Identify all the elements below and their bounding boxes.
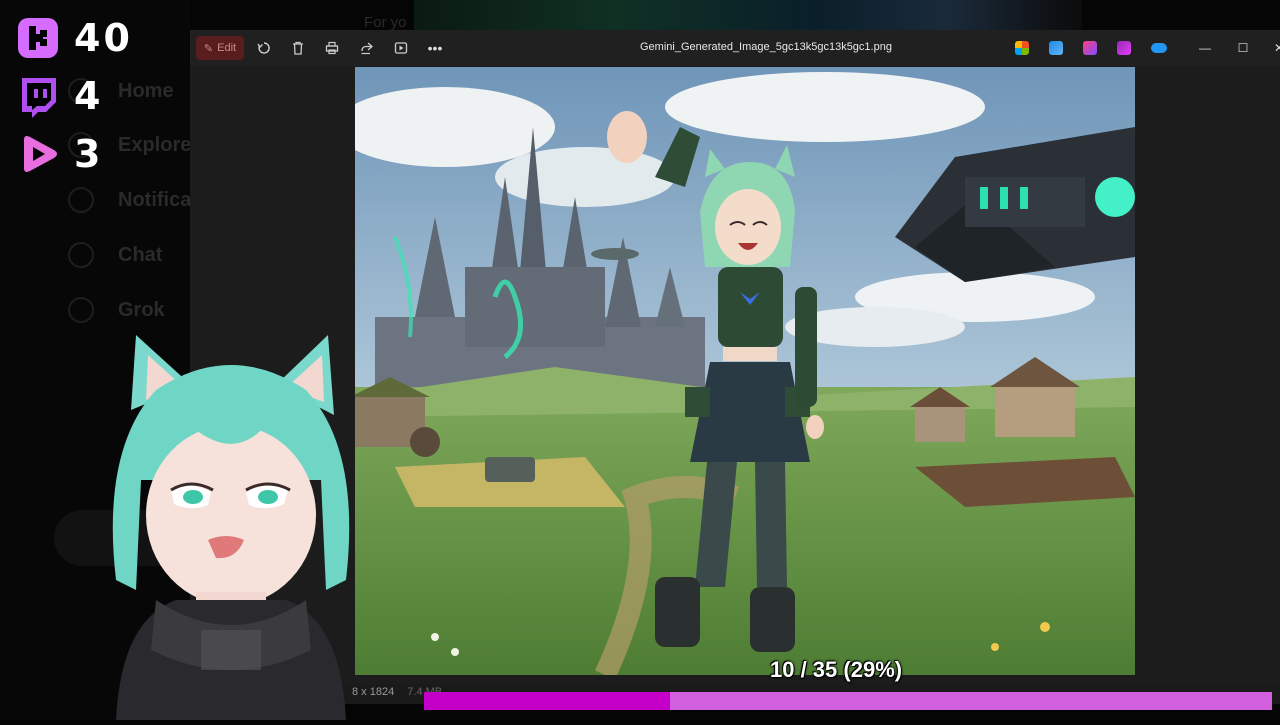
minimize-button[interactable]: — <box>1196 39 1214 57</box>
share-icon <box>361 42 373 55</box>
background-banner <box>414 0 1082 30</box>
maximize-button[interactable]: ☐ <box>1234 39 1252 57</box>
designer-app-icon[interactable] <box>1117 41 1131 55</box>
rumble-viewer-counter: 3 <box>16 132 103 176</box>
grok-icon <box>68 297 94 323</box>
minimize-icon: — <box>1199 41 1211 55</box>
progress-bar <box>424 692 1272 710</box>
kick-viewer-counter: 40 <box>16 16 133 60</box>
background-nav-chat: Chat <box>68 240 198 270</box>
mail-icon <box>68 242 94 268</box>
background-nav-grok: Grok <box>68 295 198 325</box>
twitch-count: 4 <box>74 74 104 118</box>
trash-icon <box>293 41 303 55</box>
print-button[interactable] <box>321 37 343 59</box>
viewer-toolbar: ✎ Edit ••• Gemini_Generated_Image_5gc13k… <box>190 30 1280 66</box>
delete-button[interactable] <box>287 37 309 59</box>
ellipsis-icon: ••• <box>427 40 443 56</box>
twitch-viewer-counter: 4 <box>16 74 103 118</box>
progress-label: 10 / 35 (29%) <box>770 657 903 682</box>
slideshow-icon <box>394 42 408 54</box>
twitch-logo-icon <box>22 78 56 118</box>
paint-app-icon[interactable] <box>1049 41 1063 55</box>
kick-logo-icon <box>18 18 58 58</box>
background-nav-notifications: Notifications <box>68 185 239 215</box>
edit-pencil-icon: ✎ <box>203 42 214 55</box>
more-options-button[interactable]: ••• <box>424 37 446 59</box>
close-icon: ✕ <box>1273 41 1280 55</box>
image-filename: Gemini_Generated_Image_5gc13k5gc13k5gc1.… <box>640 41 892 53</box>
vtuber-avatar <box>96 330 366 720</box>
copilot-app-icon[interactable] <box>1015 41 1029 55</box>
bell-icon <box>68 187 94 213</box>
edit-button[interactable]: ✎ Edit <box>196 36 244 60</box>
maximize-icon: ☐ <box>1237 41 1249 55</box>
kick-count: 40 <box>74 16 133 60</box>
share-button[interactable] <box>356 37 378 59</box>
rotate-icon <box>257 42 270 54</box>
progress-bar-fill <box>424 692 670 710</box>
close-button[interactable]: ✕ <box>1270 39 1280 57</box>
background-tab-text: For yo <box>364 14 407 31</box>
play-logo-icon <box>24 136 57 172</box>
rumble-count: 3 <box>74 132 104 176</box>
printer-icon <box>325 41 339 55</box>
clipchamp-app-icon[interactable] <box>1083 41 1097 55</box>
slideshow-button[interactable] <box>390 37 412 59</box>
generated-image <box>355 67 1135 675</box>
rotate-button[interactable] <box>253 37 275 59</box>
onedrive-icon[interactable] <box>1151 43 1167 53</box>
